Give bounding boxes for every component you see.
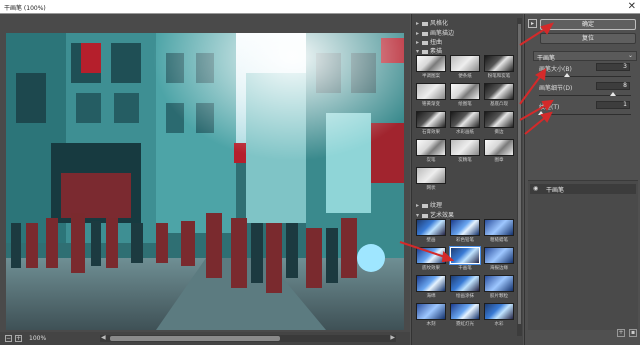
category-texture[interactable]: ▸ 纹理 xyxy=(416,200,442,209)
brush-size-slider[interactable] xyxy=(539,76,631,77)
delete-effect-layer-icon[interactable]: ▪ xyxy=(629,329,637,337)
new-effect-layer-icon[interactable]: + xyxy=(617,329,625,337)
texture-slider-knob[interactable] xyxy=(538,111,544,115)
zoom-in-button[interactable]: + xyxy=(15,335,22,342)
gallery-scrollbar-thumb[interactable] xyxy=(518,24,521,324)
filter-controls: ▸ 确定 复位 干画笔 ⌄ 画笔大小(B) 3 画笔细节(D) 8 纹理(T) … xyxy=(524,14,640,345)
preview-status-bar: − + 100% ◀ ▶ xyxy=(0,332,410,345)
brush-detail-input[interactable]: 8 xyxy=(596,82,630,90)
filter-thumb-poster-edges[interactable]: 海报边缘 xyxy=(484,247,514,271)
filter-thumb-water-paper[interactable]: 水彩画纸 xyxy=(450,111,480,135)
filter-thumb-neon-glow[interactable]: 霓虹灯光 xyxy=(450,303,480,327)
folder-icon xyxy=(422,213,428,218)
texture-slider[interactable] xyxy=(539,114,631,115)
filter-thumb-dry-brush[interactable]: 干画笔 xyxy=(449,246,481,271)
filter-thumb-chrome[interactable]: 铬黄渐变 xyxy=(416,83,446,107)
folder-icon xyxy=(422,49,428,54)
brush-detail-slider[interactable] xyxy=(539,95,631,96)
gallery-scrollbar[interactable] xyxy=(517,18,522,336)
title-bar: 干画笔 (100%) ✕ xyxy=(0,0,640,14)
filter-thumb-film-grain[interactable]: 胶片颗粒 xyxy=(484,275,514,299)
filter-thumb-fresco[interactable]: 壁画 xyxy=(416,219,446,243)
filter-thumb-note-paper[interactable]: 便条纸 xyxy=(450,55,480,79)
category-artistic[interactable]: ▾ 艺术效果 xyxy=(416,210,454,219)
filter-thumb-chalk-charcoal[interactable]: 粉笔和炭笔 xyxy=(484,55,514,79)
effect-layer-name: 干画笔 xyxy=(546,187,565,194)
brush-detail-label: 画笔细节(D) xyxy=(539,85,573,92)
filter-thumb-torn-edges[interactable]: 撕边 xyxy=(484,111,514,135)
filter-thumb-reticulation[interactable]: 网状 xyxy=(416,167,446,191)
texture-label: 纹理(T) xyxy=(539,104,560,111)
brush-size-label: 画笔大小(B) xyxy=(539,66,572,73)
filter-thumb-plaster[interactable]: 石膏效果 xyxy=(416,111,446,135)
chevron-down-icon: ⌄ xyxy=(627,52,633,59)
filter-thumb-colored-pencil[interactable]: 彩色铅笔 xyxy=(450,219,480,243)
texture-input[interactable]: 1 xyxy=(596,101,630,109)
filter-thumb-rough-pastels[interactable]: 粗糙蜡笔 xyxy=(484,219,514,243)
brush-size-input[interactable]: 3 xyxy=(596,63,630,71)
filter-thumb-conte-crayon[interactable]: 炭精笔 xyxy=(450,139,480,163)
effect-layer-row[interactable]: ◉ 干画笔 xyxy=(530,184,636,194)
filter-thumb-underpainting[interactable]: 底纹效果 xyxy=(416,247,446,271)
category-distort[interactable]: ▸ 扭曲 xyxy=(416,37,442,46)
folder-icon xyxy=(422,21,428,26)
filter-select[interactable]: 干画笔 ⌄ xyxy=(533,51,637,62)
category-brush-strokes[interactable]: ▸ 画笔描边 xyxy=(416,28,454,37)
scroll-left-icon[interactable]: ◀ xyxy=(101,334,106,341)
preview-image[interactable] xyxy=(6,33,404,330)
folder-icon xyxy=(422,203,428,208)
filter-thumb-sponge[interactable]: 海绵 xyxy=(416,275,446,299)
filter-thumb-charcoal[interactable]: 炭笔 xyxy=(416,139,446,163)
horizontal-scrollbar[interactable]: ◀ ▶ xyxy=(100,334,396,342)
category-stylize[interactable]: ▸ 风格化 xyxy=(416,18,448,27)
filter-thumb-stamp[interactable]: 图章 xyxy=(484,139,514,163)
scrollbar-thumb[interactable] xyxy=(110,336,280,341)
scroll-right-icon[interactable]: ▶ xyxy=(390,334,395,341)
ok-button[interactable]: 确定 xyxy=(540,19,636,30)
eye-icon[interactable]: ◉ xyxy=(533,185,538,192)
filter-select-value: 干画笔 xyxy=(537,55,556,62)
filter-thumb-smudge-stick[interactable]: 绘画涂抹 xyxy=(450,275,480,299)
preview-area: − + 100% ◀ ▶ xyxy=(0,14,410,345)
brush-detail-slider-knob[interactable] xyxy=(610,92,616,96)
zoom-out-button[interactable]: − xyxy=(5,335,12,342)
street-scene-image xyxy=(6,33,404,330)
zoom-level[interactable]: 100% xyxy=(29,335,46,342)
filter-thumb-watercolor[interactable]: 水彩 xyxy=(484,303,514,327)
reset-button[interactable]: 复位 xyxy=(540,33,636,44)
effect-layers-panel: ◉ 干画笔 xyxy=(528,180,638,330)
brush-size-slider-knob[interactable] xyxy=(564,73,570,77)
filter-thumb-bas-relief[interactable]: 基底凸现 xyxy=(484,83,514,107)
filter-thumb-graphic-pen[interactable]: 绘图笔 xyxy=(450,83,480,107)
folder-icon xyxy=(422,31,428,36)
filter-gallery: ▸ 风格化 ▸ 画笔描边 ▸ 扭曲 ▾ 素描 半调图案 便条纸 粉笔和炭笔 铬黄渐变 绘… xyxy=(411,14,523,345)
collapse-gallery-button[interactable]: ▸ xyxy=(528,19,537,28)
filter-thumb-cutout[interactable]: 木刻 xyxy=(416,303,446,327)
window-title: 干画笔 (100%) xyxy=(4,5,46,12)
category-sketch[interactable]: ▾ 素描 xyxy=(416,46,442,55)
close-icon[interactable]: ✕ xyxy=(628,1,636,13)
folder-icon xyxy=(422,40,428,45)
filter-thumb-halftone-pattern[interactable]: 半调图案 xyxy=(416,55,446,79)
